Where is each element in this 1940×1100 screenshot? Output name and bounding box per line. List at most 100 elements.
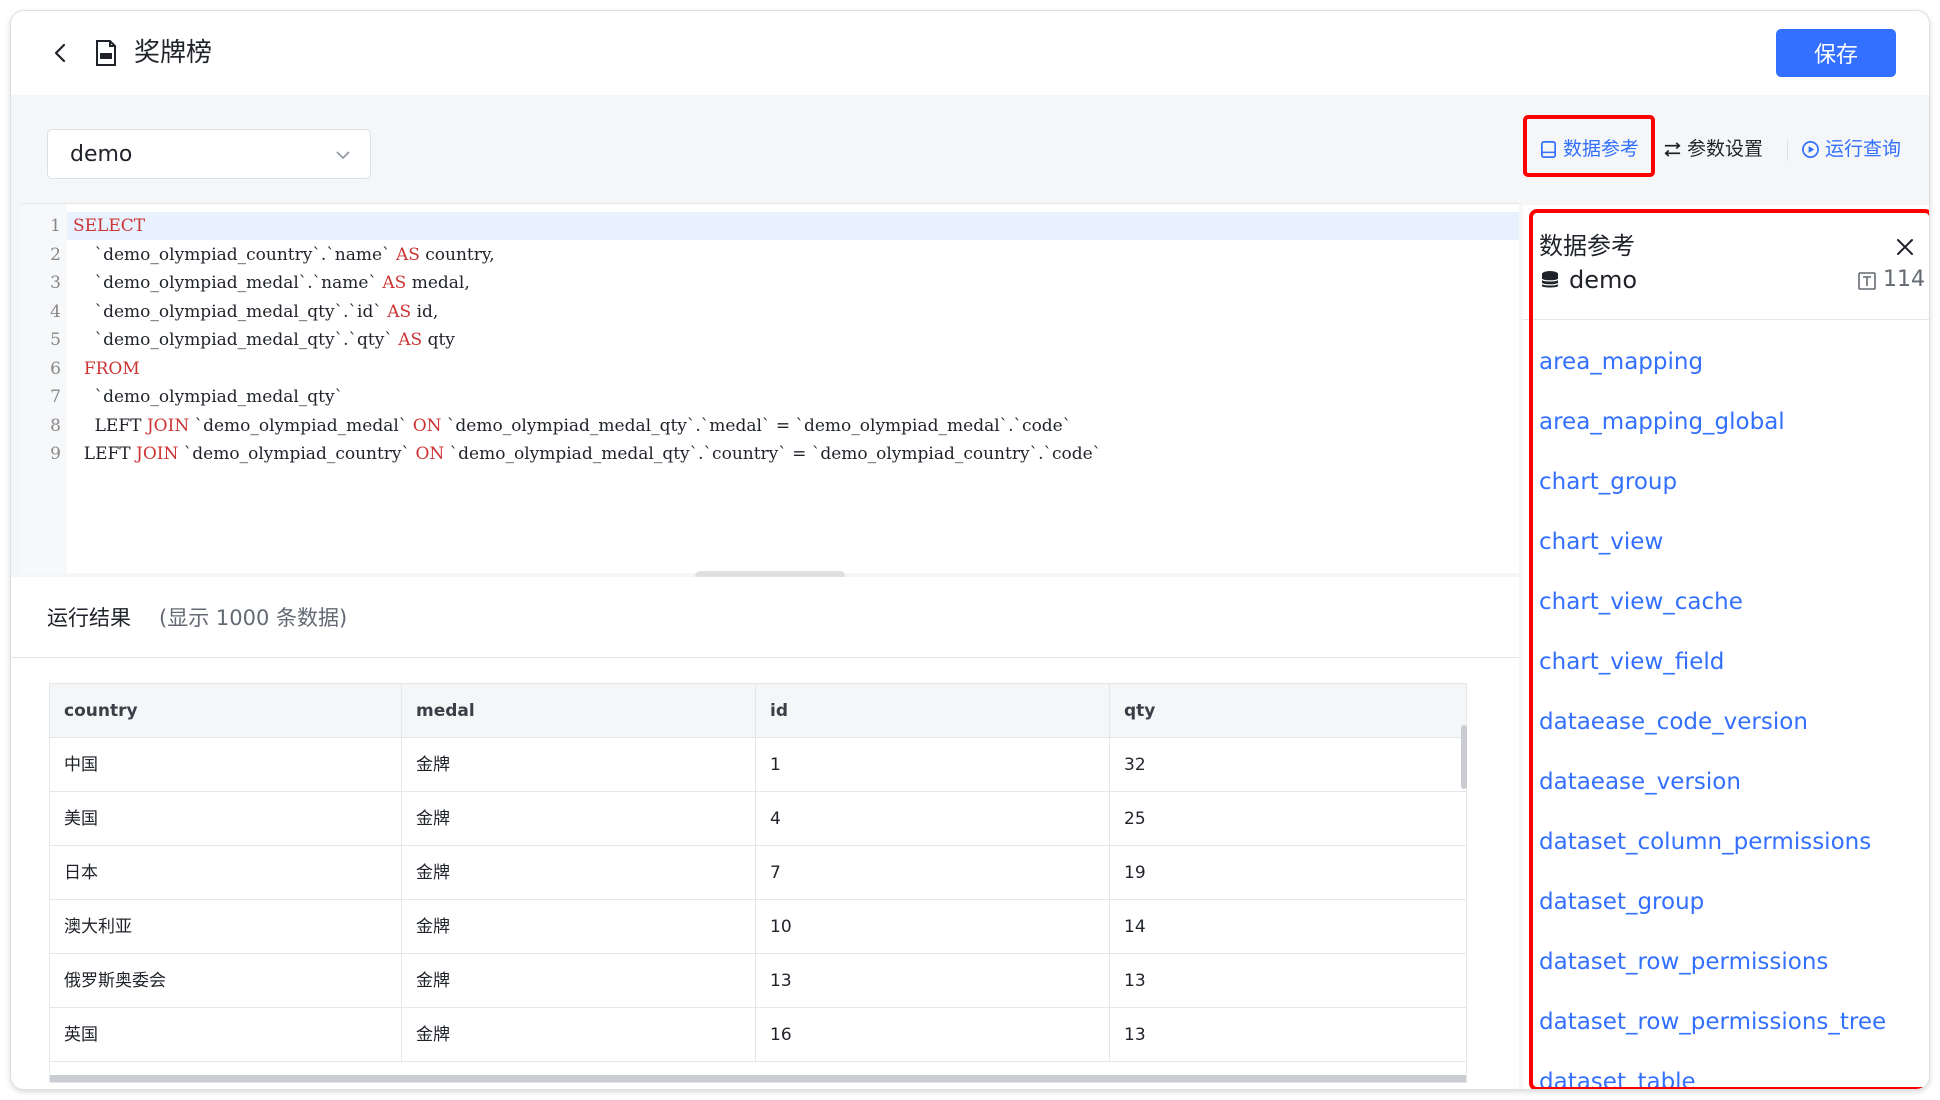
data-reference-icon: [1540, 140, 1557, 158]
table-cell: 7: [756, 846, 1110, 900]
results-row-limit: (显示 1000 条数据): [159, 606, 348, 630]
table-count: 114: [1883, 267, 1925, 292]
database-name: demo: [1569, 266, 1638, 294]
sql-editor[interactable]: 1 2 3 4 5 6 7 8 9 SELECT `demo_olympiad_…: [21, 203, 1519, 574]
code-line: LEFT JOIN `demo_olympiad_medal` ON `demo…: [73, 415, 1072, 436]
data-reference-button[interactable]: 数据参考: [1539, 135, 1639, 163]
param-settings-label: 参数设置: [1687, 138, 1764, 160]
run-query-button[interactable]: 运行查询: [1801, 135, 1901, 163]
table-list-item[interactable]: chart_view_cache: [1539, 585, 1743, 619]
table-horizontal-scrollbar[interactable]: [50, 1075, 1466, 1082]
table-list-item[interactable]: area_mapping: [1539, 345, 1703, 379]
results-title: 运行结果: [47, 606, 131, 630]
results-section: 运行结果 (显示 1000 条数据) country medal id qty …: [11, 577, 1519, 1089]
sql-code[interactable]: SELECT `demo_olympiad_country`.`name` AS…: [73, 212, 1101, 469]
panel-title: 数据参考: [1539, 232, 1635, 260]
save-button[interactable]: 保存: [1776, 29, 1896, 77]
table-row: 俄罗斯奥委会 金牌 13 13: [50, 954, 1466, 1008]
table-cell: 13: [1124, 1025, 1146, 1045]
table-cell: 金牌: [402, 954, 756, 1008]
panel-divider: [1523, 319, 1929, 320]
table-cell: 金牌: [402, 738, 756, 792]
results-divider: [11, 657, 1519, 658]
table-list: area_mapping area_mapping_global chart_g…: [1523, 321, 1929, 1089]
database-icon: [1541, 271, 1559, 288]
run-query-label: 运行查询: [1825, 138, 1902, 160]
table-icon: [1858, 272, 1876, 290]
table-list-item[interactable]: dataset_table: [1539, 1065, 1696, 1089]
table-list-item[interactable]: dataease_version: [1539, 765, 1741, 799]
table-cell: 美国: [50, 792, 402, 846]
table-cell: 19: [1124, 863, 1146, 883]
column-header: country: [50, 684, 402, 738]
table-list-item[interactable]: chart_view: [1539, 525, 1663, 559]
toolbar-divider: [1787, 139, 1788, 161]
line-number: 1: [50, 216, 61, 236]
table-cell: 13: [756, 954, 1110, 1008]
datasource-select-value: demo: [70, 142, 133, 167]
table-list-item[interactable]: dataset_row_permissions: [1539, 945, 1828, 979]
table-cell: 金牌: [402, 1008, 756, 1062]
line-number: 6: [50, 358, 61, 379]
data-reference-panel: 数据参考 demo 114 area_mapping area_mapping_…: [1523, 205, 1929, 1089]
table-row: 澳大利亚 金牌 10 14: [50, 900, 1466, 954]
code-line: FROM: [83, 358, 140, 379]
results-table: country medal id qty 中国 金牌 1 32 美国 金牌 4 …: [49, 683, 1467, 1083]
line-number: 2: [50, 244, 61, 265]
line-number: 8: [50, 415, 61, 436]
header: 奖牌榜 保存: [11, 11, 1929, 95]
sql-file-icon: [96, 40, 116, 66]
table-cell: 俄罗斯奥委会: [50, 954, 402, 1008]
code-line: LEFT JOIN `demo_olympiad_country` ON `de…: [73, 444, 1102, 464]
back-arrow-icon[interactable]: [49, 41, 73, 65]
line-number: 9: [50, 444, 61, 464]
table-cell: 1: [756, 738, 1110, 792]
table-list-item[interactable]: dataset_column_permissions: [1539, 825, 1871, 859]
code-line: `demo_olympiad_medal_qty`: [73, 387, 344, 407]
table-cell: 金牌: [402, 792, 756, 846]
param-settings-button[interactable]: 参数设置: [1663, 135, 1763, 163]
table-row: 中国 金牌 1 32: [50, 738, 1466, 792]
play-circle-icon: [1802, 140, 1819, 158]
table-cell: 中国: [50, 738, 402, 792]
table-list-item[interactable]: area_mapping_global: [1539, 405, 1785, 439]
table-list-item[interactable]: dataset_group: [1539, 885, 1704, 919]
table-row: 美国 金牌 4 25: [50, 792, 1466, 846]
close-icon[interactable]: [1895, 237, 1915, 257]
table-header-row: country medal id qty: [50, 684, 1466, 738]
line-number: 5: [50, 330, 61, 350]
app-window: 奖牌榜 保存 demo 数据参考 参数设置 运行查询 1 2 3 4 5 6 7…: [10, 10, 1930, 1090]
body-area: demo 数据参考 参数设置 运行查询 1 2 3 4 5 6 7 8 9 SE…: [11, 95, 1929, 1089]
sliders-icon: [1664, 141, 1681, 157]
table-cell: 16: [756, 1008, 1110, 1062]
table-list-item[interactable]: chart_group: [1539, 465, 1677, 499]
table-cell: 14: [1124, 917, 1146, 937]
code-line: `demo_olympiad_country`.`name` AS countr…: [73, 244, 495, 265]
table-list-item[interactable]: chart_view_field: [1539, 645, 1724, 679]
table-cell: 4: [756, 792, 1110, 846]
line-number: 3: [50, 273, 61, 293]
table-cell: 32: [1124, 755, 1146, 775]
column-header: id: [756, 684, 1110, 738]
line-number: 4: [50, 301, 61, 322]
table-row: 日本 金牌 7 19: [50, 846, 1466, 900]
table-cell: 金牌: [402, 900, 756, 954]
table-vertical-scrollbar[interactable]: [1461, 725, 1467, 789]
editor-toolbar: 数据参考 参数设置 运行查询: [1525, 123, 1925, 173]
table-list-item[interactable]: dataease_code_version: [1539, 705, 1808, 739]
table-cell: 25: [1124, 809, 1146, 829]
line-numbers: 1 2 3 4 5 6 7 8 9: [21, 212, 61, 469]
chevron-down-icon: [336, 151, 350, 160]
code-line: `demo_olympiad_medal_qty`.`id` AS id,: [73, 301, 439, 322]
table-cell: 金牌: [402, 846, 756, 900]
code-line: `demo_olympiad_medal_qty`.`qty` AS qty: [73, 330, 455, 350]
table-cell: 10: [756, 900, 1110, 954]
column-header: medal: [402, 684, 756, 738]
table-row: 英国 金牌 16 13: [50, 1008, 1466, 1062]
code-line: `demo_olympiad_medal`.`name` AS medal,: [73, 273, 470, 293]
datasource-select[interactable]: demo: [47, 129, 371, 179]
column-header: qty: [1124, 701, 1156, 721]
table-cell: 英国: [50, 1008, 402, 1062]
table-cell: 日本: [50, 846, 402, 900]
table-list-item[interactable]: dataset_row_permissions_tree: [1539, 1005, 1886, 1039]
